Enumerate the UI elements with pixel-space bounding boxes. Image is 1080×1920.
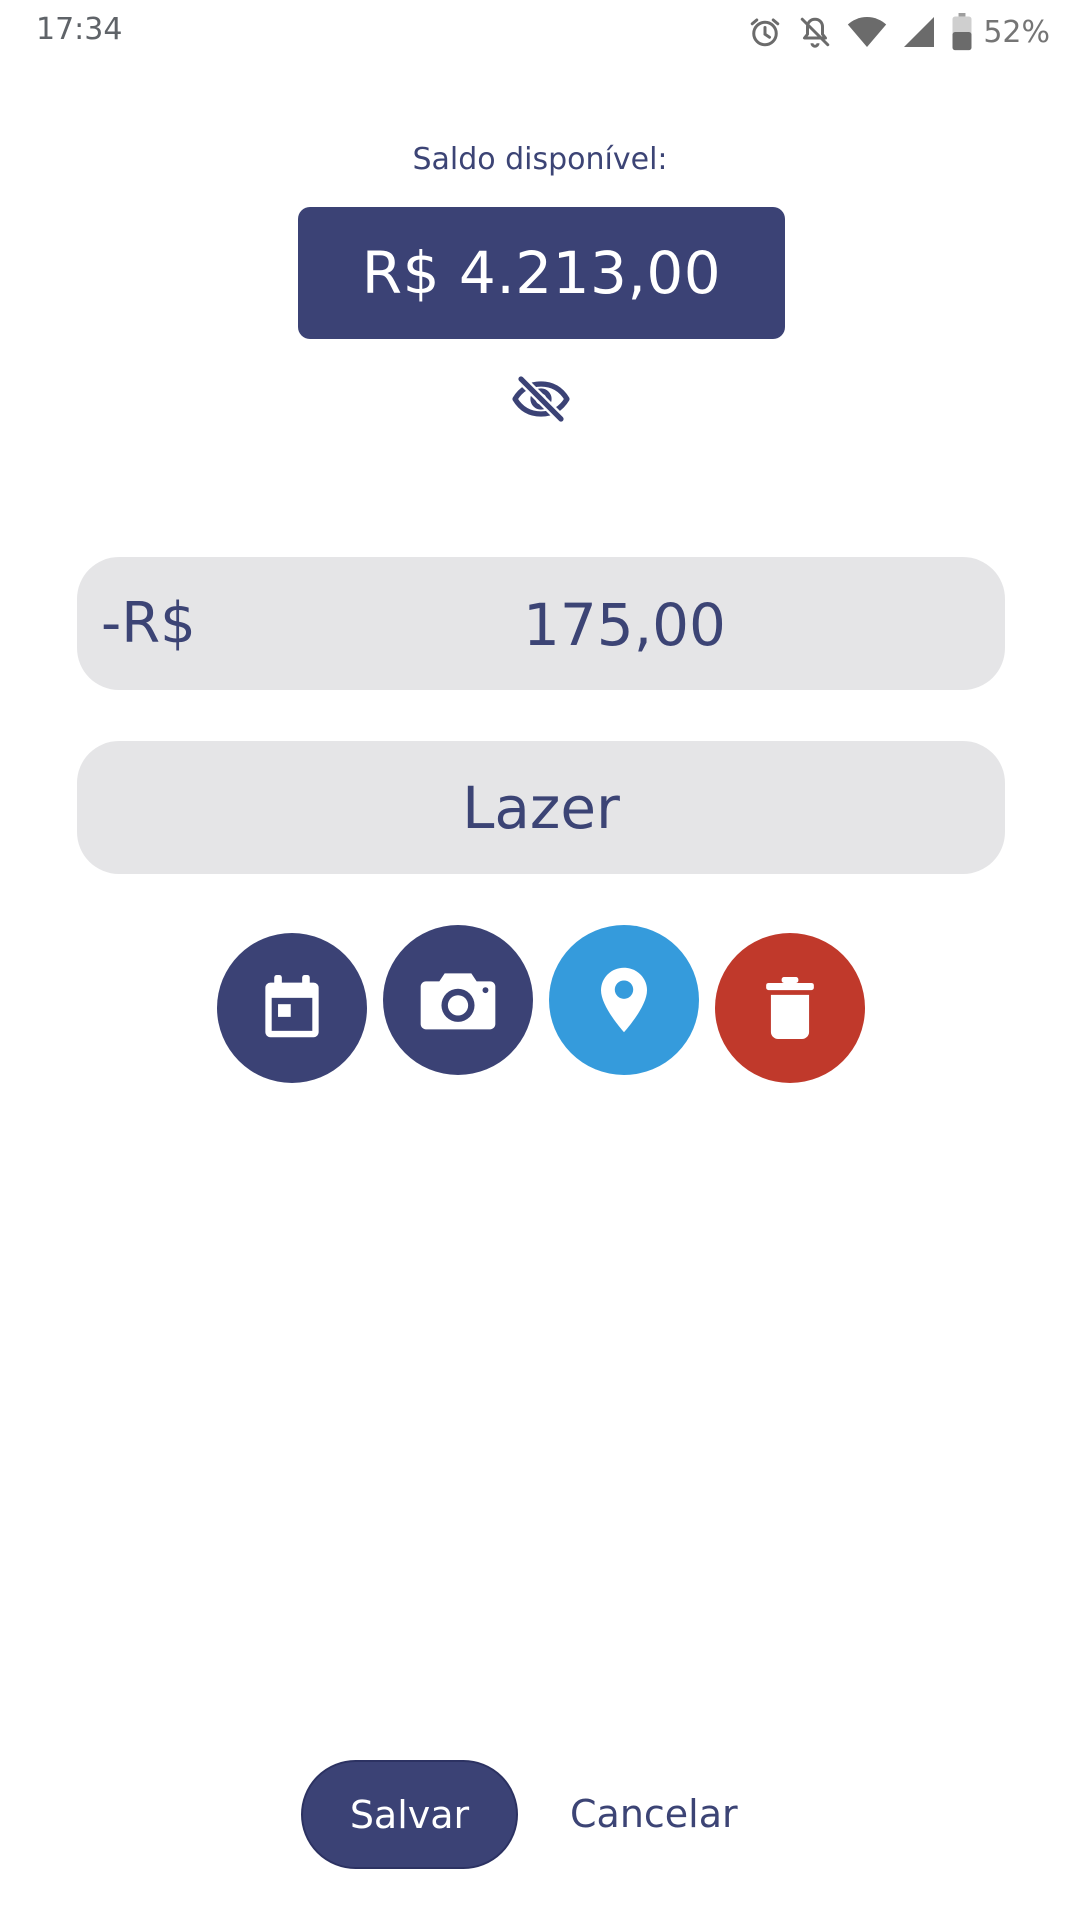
battery-icon (952, 13, 972, 51)
amount-field[interactable]: -R$ 175,00 (77, 557, 1005, 690)
alarm-icon (751, 18, 780, 47)
cellular-signal-icon (904, 17, 935, 47)
balance-display: R$ 4.213,00 (298, 207, 785, 339)
camera-icon (420, 973, 496, 1030)
notifications-off-icon (801, 17, 830, 48)
expense-edit-screen: 17:34 52% Saldo disponível: R$ 4.213,00 … (0, 0, 1080, 1920)
wifi-icon (848, 17, 887, 47)
amount-prefix: -R$ (101, 591, 196, 656)
save-button[interactable]: Salvar (301, 1760, 518, 1869)
trash-icon (766, 977, 814, 1039)
calendar-icon (265, 975, 319, 1038)
status-time: 17:34 (36, 12, 123, 47)
calendar-button[interactable] (217, 933, 367, 1083)
delete-button[interactable] (715, 933, 865, 1083)
category-value: Lazer (462, 773, 620, 842)
balance-value: R$ 4.213,00 (361, 239, 722, 307)
toggle-balance-visibility-button[interactable] (510, 371, 572, 427)
category-field[interactable]: Lazer (77, 741, 1005, 874)
camera-button[interactable] (383, 925, 533, 1075)
location-button[interactable] (549, 925, 699, 1075)
cancel-button[interactable]: Cancelar (570, 1786, 738, 1842)
status-bar: 17:34 52% (0, 0, 1080, 64)
balance-label: Saldo disponível: (412, 142, 668, 177)
location-pin-icon (601, 967, 647, 1033)
battery-percentage: 52% (983, 14, 1050, 50)
status-icons: 52% (747, 12, 1050, 52)
amount-value: 175,00 (523, 591, 726, 659)
eye-off-icon (512, 374, 570, 424)
